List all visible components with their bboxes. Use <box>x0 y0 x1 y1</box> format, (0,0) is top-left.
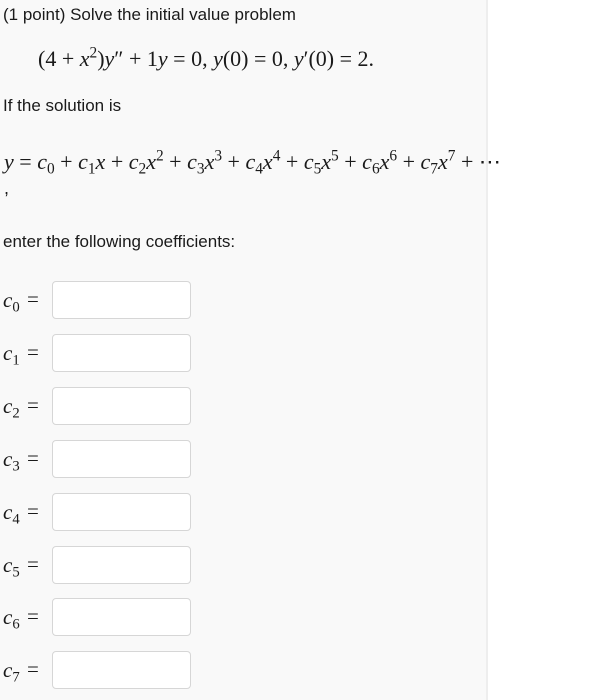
coefficient-label: c3 <box>3 446 20 475</box>
series-term: + c6x6 <box>338 147 398 178</box>
coefficient-row-c0: c0 = <box>0 281 200 319</box>
coefficient-input-c5[interactable] <box>52 545 191 584</box>
coefficient-label: c0 <box>3 288 20 316</box>
instruction-text: enter the following coefficients: <box>3 232 236 251</box>
series-tail: + ⋯ <box>455 149 501 174</box>
eq-var: y <box>293 46 304 71</box>
coefficient-label: c4 <box>3 499 20 527</box>
series-term: + c7x7 <box>397 147 456 178</box>
coefficient-input-c4[interactable] <box>52 492 191 531</box>
eq-part: ) <box>97 46 105 71</box>
series-term: + c2x2 <box>105 147 164 178</box>
coefficient-input-c2[interactable] <box>52 386 191 425</box>
coefficient-label: c2 <box>3 393 20 422</box>
equals-sign: = <box>27 604 39 629</box>
equals-sign: = <box>27 551 39 576</box>
equals-sign: = <box>27 392 39 417</box>
eq-var: x <box>79 46 90 71</box>
coefficient-label: c6 <box>3 605 20 633</box>
equals-sign: = <box>27 445 39 470</box>
intro-text: If the solution is <box>3 96 122 115</box>
coefficient-input-c0[interactable] <box>52 281 191 319</box>
eq-part: + 1 <box>123 46 158 71</box>
problem-content: (1 point) Solve the initial value proble… <box>0 0 599 700</box>
coefficient-row-c7: c7 = <box>0 651 200 690</box>
equals-sign: = <box>27 287 39 311</box>
problem-header: (1 point) Solve the initial value proble… <box>3 5 296 24</box>
coefficient-label: c1 <box>3 340 20 369</box>
coefficient-row-c1: c1 = <box>0 333 200 372</box>
comma: , <box>4 178 10 198</box>
coefficient-input-c3[interactable] <box>52 439 191 478</box>
coefficient-row-c5: c5 = <box>0 545 200 584</box>
coefficient-label: c7 <box>3 658 20 686</box>
coefficient-label: c5 <box>3 552 20 580</box>
eq-part: (4 + <box>38 46 80 71</box>
eq-var: y <box>157 46 168 71</box>
series-expansion: y = c0 + c1x + c2x2 + c3x3 + c4x4 + c5x5… <box>4 147 501 178</box>
eq-part: (0) = 2. <box>308 46 375 71</box>
eq-part: (0) = 0, <box>222 46 294 71</box>
series-term: + c3x3 <box>163 147 223 178</box>
series-term: c0 <box>37 149 55 178</box>
equals-sign: = <box>27 498 39 523</box>
series-term: + c1x <box>54 149 106 178</box>
series-term: + c4x4 <box>222 147 281 178</box>
differential-equation: (4 + x2)y″ + 1y = 0, y(0) = 0, y′(0) = 2… <box>38 45 375 72</box>
coefficient-row-c6: c6 = <box>0 598 200 637</box>
eq-var: y <box>104 46 115 71</box>
coefficient-input-c1[interactable] <box>52 333 191 372</box>
coefficient-input-c6[interactable] <box>52 598 191 637</box>
coefficient-row-c2: c2 = <box>0 386 200 425</box>
series-term: + c5x5 <box>280 147 339 178</box>
equals-sign: = <box>27 657 39 682</box>
coefficient-row-c3: c3 = <box>0 439 200 478</box>
eq-part: = 0, <box>167 46 214 71</box>
eq-var: y <box>213 46 223 71</box>
coefficient-input-c7[interactable] <box>52 651 191 690</box>
coefficient-row-c4: c4 = <box>0 492 200 531</box>
series-equals: = <box>13 149 38 174</box>
equals-sign: = <box>27 339 39 364</box>
series-var: y <box>4 149 14 174</box>
